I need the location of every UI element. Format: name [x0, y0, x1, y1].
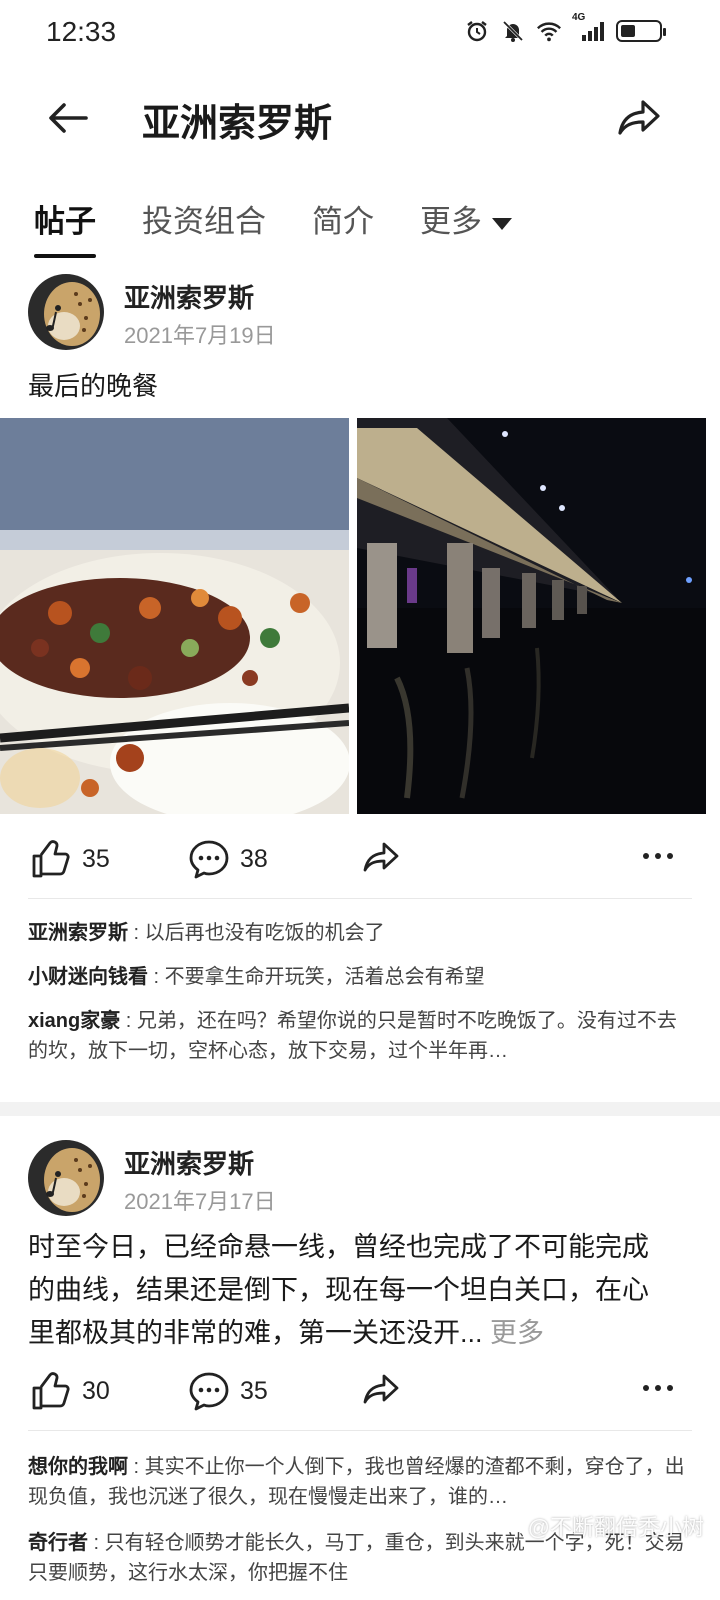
- page-title: 亚洲索罗斯: [142, 103, 333, 145]
- like-button[interactable]: 30: [30, 1370, 110, 1412]
- cheetah-avatar-icon: [28, 1140, 104, 1216]
- post-text: 最后的晚餐: [28, 371, 159, 401]
- post-card: 亚洲索罗斯 2021年7月19日 最后的晚餐 35 38 亚洲索罗斯: 以后再…: [0, 262, 720, 1102]
- post-text[interactable]: 时至今日，已经命悬一线，曾经也完成了不可能完成的曲线，结果还是倒下，现在每一个坦…: [28, 1226, 668, 1355]
- share-icon: [363, 842, 399, 872]
- comment-author[interactable]: xiang家豪: [28, 1010, 120, 1032]
- post-share-button[interactable]: [362, 838, 402, 878]
- wifi-icon: [536, 18, 562, 44]
- post-author[interactable]: 亚洲索罗斯: [124, 1144, 254, 1181]
- battery-icon: [616, 20, 666, 42]
- tab-posts[interactable]: 帖子: [34, 196, 96, 241]
- post-action-bar: 35 38: [0, 828, 720, 888]
- divider: [28, 898, 692, 899]
- post-image-bridge[interactable]: [357, 418, 706, 814]
- comment-item[interactable]: xiang家豪 : 兄弟，还在吗？希望你说的只是暂时不吃晚饭了。没有过不去的坎，…: [28, 1006, 694, 1066]
- cheetah-avatar-icon: [28, 274, 104, 350]
- status-icons: 4G: [464, 12, 666, 44]
- like-count: 35: [82, 844, 110, 873]
- food-photo: [0, 418, 349, 814]
- comment-text: 以后再也没有吃饭的机会了: [144, 922, 385, 944]
- more-dots-icon: [643, 853, 673, 859]
- share-icon: [618, 100, 660, 135]
- tab-more-label: 更多: [420, 204, 482, 239]
- tab-bar: 帖子 投资组合 简介 更多: [0, 182, 720, 262]
- comment-item[interactable]: 亚洲索罗斯 : 以后再也没有吃饭的机会了: [28, 918, 694, 948]
- comment-button[interactable]: 38: [188, 838, 268, 880]
- comment-author[interactable]: 小财迷向钱看: [28, 966, 148, 988]
- post-author[interactable]: 亚洲索罗斯: [124, 278, 254, 315]
- comment-button[interactable]: 35: [188, 1370, 268, 1412]
- header: 亚洲索罗斯: [0, 70, 720, 170]
- section-separator: [0, 1102, 720, 1116]
- mute-icon: [500, 18, 526, 44]
- thumbs-up-icon: [32, 840, 70, 878]
- more-dots-icon: [643, 1385, 673, 1391]
- bridge-night-photo: [357, 418, 706, 814]
- post-date: 2021年7月17日: [124, 1189, 276, 1214]
- cellular-signal-icon: 4G: [572, 12, 606, 44]
- more-options-button[interactable]: [640, 838, 676, 874]
- comment-item[interactable]: 想你的我啊 : 其实不止你一个人倒下，我也曾经爆的渣都不剩，穿仓了，出现负值，我…: [28, 1452, 694, 1512]
- network-type: 4G: [572, 12, 586, 23]
- arrow-left-icon: [49, 103, 88, 133]
- tab-portfolio[interactable]: 投资组合: [142, 196, 266, 241]
- tab-profile[interactable]: 简介: [312, 196, 374, 241]
- back-button[interactable]: [44, 94, 92, 142]
- avatar[interactable]: [28, 1140, 104, 1216]
- comment-icon: [189, 840, 229, 879]
- comment-icon: [189, 1372, 229, 1411]
- comment-author[interactable]: 奇行者: [28, 1532, 88, 1554]
- comment-count: 35: [240, 1376, 268, 1405]
- post-date: 2021年7月19日: [124, 323, 276, 348]
- thumbs-up-icon: [32, 1372, 70, 1410]
- comment-author[interactable]: 想你的我啊: [28, 1456, 128, 1478]
- more-options-button[interactable]: [640, 1370, 676, 1406]
- comment-count: 38: [240, 844, 268, 873]
- watermark: @不断翻倍秃小树: [527, 1515, 704, 1540]
- post-body: 时至今日，已经命悬一线，曾经也完成了不可能完成的曲线，结果还是倒下，现在每一个坦…: [28, 1232, 649, 1348]
- active-tab-indicator: [34, 254, 96, 258]
- comment-item[interactable]: 小财迷向钱看 : 不要拿生命开玩笑，活着总会有希望: [28, 962, 694, 992]
- share-icon: [363, 1374, 399, 1404]
- like-button[interactable]: 35: [30, 838, 110, 880]
- post-action-bar: 30 35: [0, 1360, 720, 1420]
- share-button[interactable]: [616, 94, 664, 142]
- alarm-icon: [464, 18, 490, 44]
- post-share-button[interactable]: [362, 1370, 402, 1410]
- divider: [28, 1430, 692, 1431]
- avatar[interactable]: [28, 274, 104, 350]
- comment-text: 不要拿生命开玩笑，活着总会有希望: [164, 966, 485, 988]
- status-bar: 12:33 4G: [0, 0, 720, 64]
- read-more-link[interactable]: 更多: [490, 1318, 544, 1348]
- status-time: 12:33: [46, 16, 117, 47]
- post-image-food[interactable]: [0, 418, 349, 814]
- tab-more[interactable]: 更多: [420, 196, 512, 241]
- caret-down-icon: [492, 217, 512, 230]
- comment-author[interactable]: 亚洲索罗斯: [28, 922, 128, 944]
- comment-text: 兄弟，还在吗？希望你说的只是暂时不吃晚饭了。没有过不去的坎，放下一切，空杯心态，…: [28, 1010, 677, 1062]
- like-count: 30: [82, 1376, 110, 1405]
